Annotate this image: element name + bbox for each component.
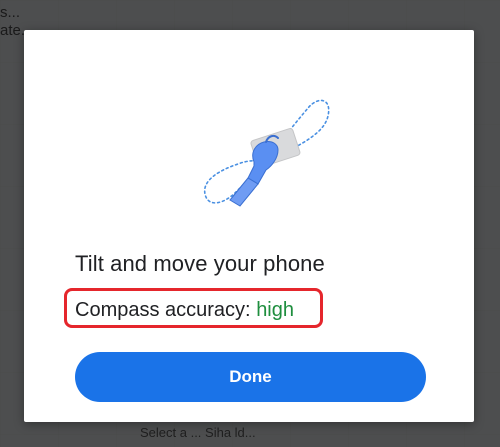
done-button[interactable]: Done [75,352,426,402]
tilt-phone-figure-eight-icon [204,99,330,207]
compass-accuracy-label: Compass accuracy: [75,299,251,321]
compass-accuracy-status: Compass accuracy: high [75,299,294,322]
compass-calibration-dialog: Tilt and move your phone Compass accurac… [24,30,474,422]
compass-accuracy-value: high [256,299,294,321]
dialog-title: Tilt and move your phone [75,251,325,276]
